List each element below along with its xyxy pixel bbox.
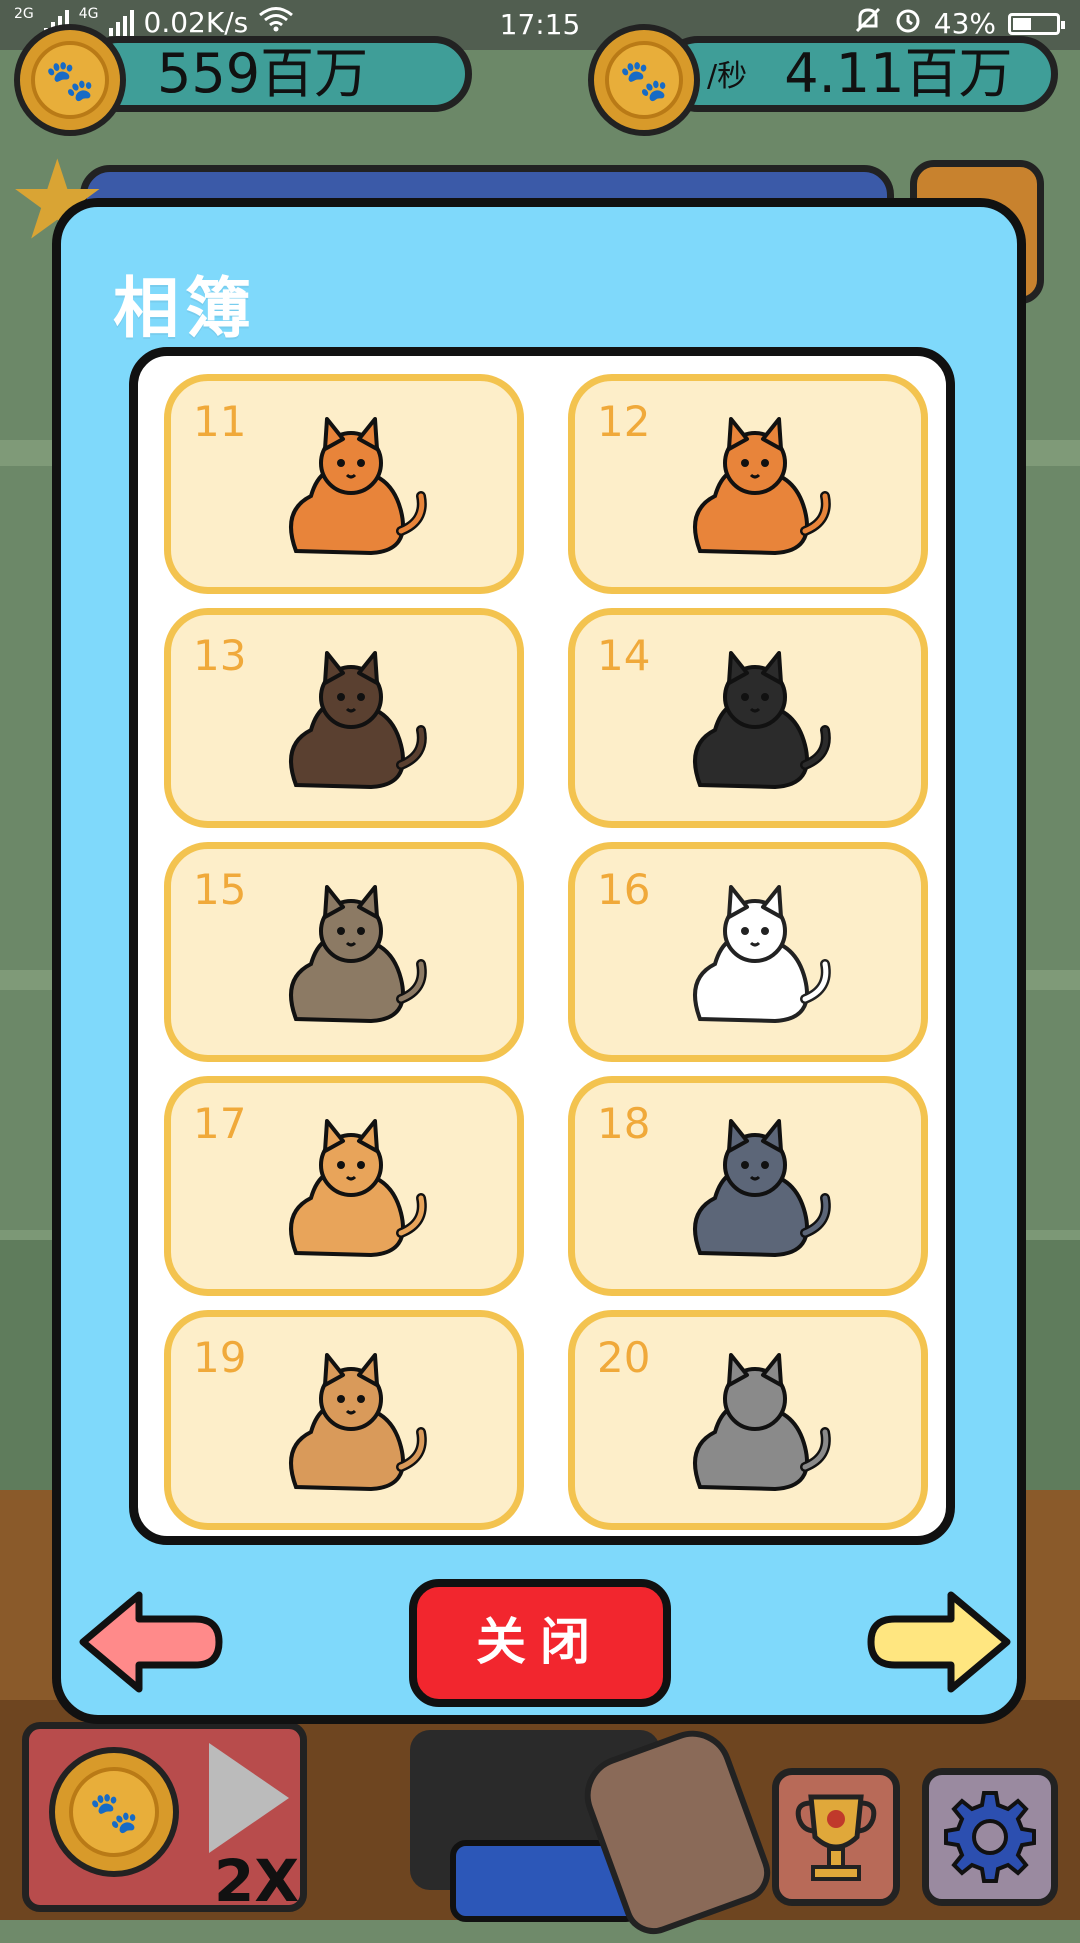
- maine-coon-cat-icon: [289, 1353, 427, 1492]
- total-currency-value: 559百万: [157, 42, 369, 105]
- income-rate-pill: /秒 4.11百万: [660, 36, 1058, 112]
- paw-coin-icon: 🐾: [49, 1747, 179, 1877]
- next-page-button[interactable]: [865, 1587, 1015, 1701]
- album-slot[interactable]: 18: [568, 1076, 928, 1296]
- white-persian-cat-icon: [693, 885, 831, 1024]
- slot-number: 18: [597, 1099, 651, 1148]
- album-title: 相簿: [113, 269, 257, 347]
- arrow-left-icon: [79, 1591, 223, 1693]
- slot-number: 16: [597, 865, 651, 914]
- income-rate-unit: /秒: [707, 59, 748, 95]
- slot-number: 15: [193, 865, 247, 914]
- scottish-fold-cat-icon: [289, 1119, 427, 1258]
- album-grid: 11 12 13 14 15 16 17 18 19 20: [129, 347, 955, 1545]
- trophy-icon: [795, 1794, 877, 1881]
- black-cat-icon: [693, 651, 831, 790]
- album-slot[interactable]: 11: [164, 374, 524, 594]
- slot-number: 13: [193, 631, 247, 680]
- speed-boost-button[interactable]: 🐾 2X: [22, 1722, 307, 1915]
- slot-number: 11: [193, 397, 247, 446]
- slot-number: 17: [193, 1099, 247, 1148]
- album-slot[interactable]: 16: [568, 842, 928, 1062]
- trophy-button[interactable]: [772, 1768, 900, 1906]
- album-slot[interactable]: 20: [568, 1310, 928, 1530]
- play-icon: [209, 1743, 289, 1853]
- grey-tabby-cat-icon: [289, 885, 427, 1024]
- album-dialog: 相簿 11 12 13 14 15 16 17 18 19 20 关闭: [52, 198, 1026, 1724]
- album-slot[interactable]: 19: [164, 1310, 524, 1530]
- prev-page-button[interactable]: [75, 1587, 225, 1701]
- album-slot[interactable]: 14: [568, 608, 928, 828]
- album-slot[interactable]: 15: [164, 842, 524, 1062]
- slot-number: 19: [193, 1333, 247, 1382]
- total-currency-pill: 559百万: [80, 36, 472, 112]
- close-button[interactable]: 关闭: [409, 1579, 671, 1707]
- settings-button[interactable]: [922, 1768, 1058, 1906]
- paw-coin-icon: 🐾: [14, 24, 126, 136]
- income-rate-value: 4.11百万: [784, 42, 1013, 105]
- arrow-right-icon: [867, 1591, 1011, 1693]
- paw-coin-icon: 🐾: [588, 24, 700, 136]
- slot-number: 12: [597, 397, 651, 446]
- speed-multiplier: 2X: [214, 1847, 300, 1915]
- gear-icon: [944, 1791, 1036, 1883]
- album-slot[interactable]: 13: [164, 608, 524, 828]
- battery-icon: [1008, 12, 1065, 35]
- russian-blue-cat-icon: [693, 1119, 831, 1258]
- siamese-cat-icon: [289, 651, 427, 790]
- album-slot[interactable]: 12: [568, 374, 928, 594]
- calico-cat-icon: [289, 417, 427, 556]
- slot-number: 20: [597, 1333, 651, 1382]
- orange-tabby-cat-icon: [693, 417, 831, 556]
- locked-cat-silhouette-icon: [693, 1353, 831, 1492]
- slot-number: 14: [597, 631, 651, 680]
- album-slot[interactable]: 17: [164, 1076, 524, 1296]
